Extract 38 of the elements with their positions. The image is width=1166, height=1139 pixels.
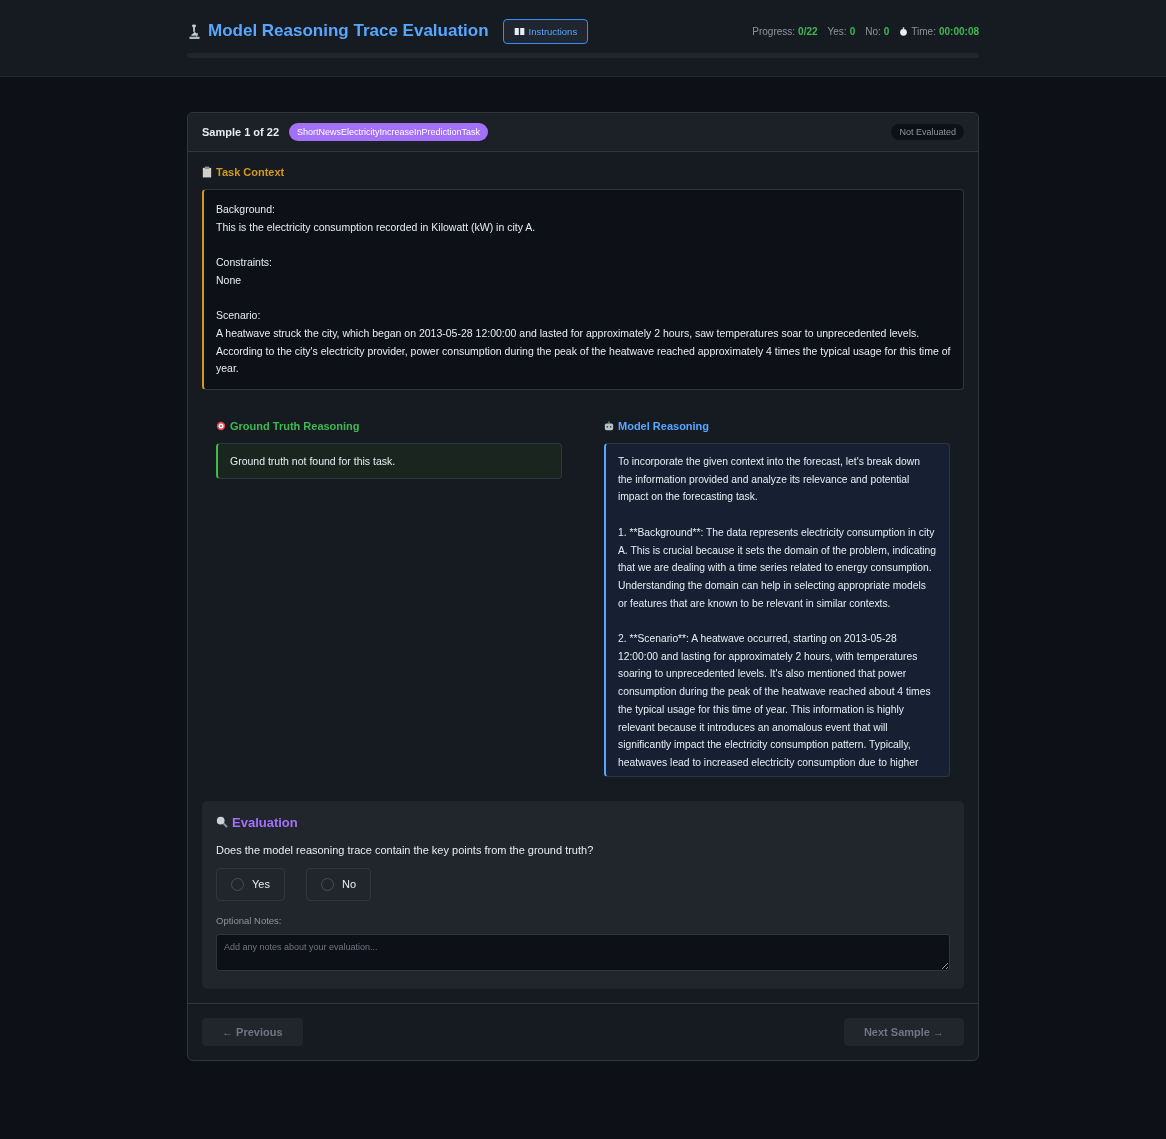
reasoning-paragraph: To incorporate the given context into the forecast, let's break down the information provided and analyze its relevance and potential impact on the forecasting task.: [618, 455, 921, 505]
stat-label: Yes:: [827, 25, 847, 37]
section-heading: Task Context: [216, 166, 285, 178]
answer-option[interactable]: Yes: [216, 867, 285, 901]
stat-label: No:: [865, 25, 881, 37]
app-title: Model Reasoning Trace Evaluation: [208, 21, 489, 41]
context-text: This is the electricity consumption recorded in Kilowatt (kW) in city A.: [216, 219, 537, 235]
context-label: Scenario:: [216, 308, 262, 324]
stat-label: Time:: [911, 25, 936, 37]
section-heading: Evaluation: [232, 814, 298, 830]
magnifier-icon: [216, 816, 228, 829]
sample-title: Sample 1 of 22: [202, 126, 280, 138]
stat-value: 0: [883, 25, 890, 37]
context-text: None: [216, 272, 243, 288]
reasoning-paragraph: 2. **Scenario**: A heatwave occurred, starting on 2013-05-28 12:00:00 and lasting for approximately 2 hours, with temperatures soaring to unprecedented levels. It's also mentioned that power consumption during the peak of the heatwave reached about 4 times the typical usage for this time of year. This information is highly relevant because it introduces an anomalous event that will significantly impact the electricity consumption pattern. Typically, heatwaves lead to increased electricity consumption due to higher: [618, 632, 932, 770]
answer-option[interactable]: No: [305, 867, 371, 901]
ground-truth-text: Ground truth not found for this task.: [230, 455, 396, 467]
notes-field[interactable]: Add any notes about your evaluation...: [216, 933, 950, 971]
stat-value: 00:00:08: [938, 25, 979, 37]
stopwatch-icon: [899, 26, 909, 36]
stat-label: Progress:: [752, 25, 796, 37]
book-icon: [513, 26, 525, 36]
task-tag: ShortNewsElectricityIncreaseInPredictionTask: [289, 123, 489, 141]
stat-value: 0/22: [798, 25, 818, 37]
question-text: Does the model reasoning trace contain the key points from the ground truth?: [216, 843, 595, 856]
instructions-button[interactable]: Instructions: [502, 18, 589, 44]
status-badge: Not Evaluated: [891, 124, 964, 140]
context-text: A heatwave struck the city, which began on 2013-05-28 12:00:00 and lasted for approximately 2 hours, saw temperatures soar to unprecedented levels. According to the city's electricity provider, power consumption during the peak of the heatwave reached approximately 4 times the typical usage for this time of year.: [216, 325, 951, 377]
notes-label: Optional Notes:: [216, 914, 283, 926]
target-icon: [216, 421, 226, 431]
reasoning-paragraph: 1. **Background**: The data represents electricity consumption in city A. This is crucial because it sets the domain of the problem, indicating that we are dealing with a time series related to energy consumption. Understanding the domain can help in selecting appropriate models or features that are known to be relevant in similar contexts.: [618, 525, 937, 611]
section-heading: Ground Truth Reasoning: [230, 420, 360, 432]
robot-icon: [604, 421, 614, 431]
clipboard-icon: [202, 166, 212, 178]
section-heading: Model Reasoning: [618, 420, 710, 432]
context-label: Background:: [216, 202, 276, 217]
context-label: Constraints:: [216, 255, 274, 271]
stat-value: 0: [849, 25, 856, 37]
